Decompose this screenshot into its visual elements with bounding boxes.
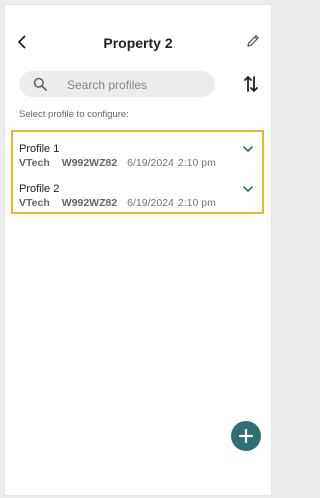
profile-time: 2:10 pm	[177, 157, 216, 169]
sort-arrows-icon	[244, 76, 258, 92]
profile-item[interactable]: Profile 1 VTech W992WZ82 6/19/2024 2:10 pm	[13, 132, 262, 172]
profile-item[interactable]: Profile 2 VTech W992WZ82 6/19/2024 2:10 pm	[13, 172, 262, 212]
profile-name: Profile 1	[19, 143, 60, 155]
add-profile-button[interactable]	[231, 421, 261, 451]
sort-button[interactable]	[241, 73, 261, 95]
profile-date: 6/19/2024	[127, 157, 174, 169]
pencil-icon	[247, 35, 259, 47]
profile-meta: VTech W992WZ82 6/19/2024 2:10 pm	[19, 197, 216, 209]
app-screen: Property 2 Select profile to configure:	[4, 4, 272, 496]
select-profile-hint: Select profile to configure:	[19, 109, 129, 120]
profile-time: 2:10 pm	[177, 197, 216, 209]
chevron-down-icon[interactable]	[242, 144, 254, 154]
page-title: Property 2	[103, 35, 173, 51]
search-input[interactable]	[65, 75, 209, 95]
profile-name: Profile 2	[19, 183, 60, 195]
search-box[interactable]	[19, 71, 215, 97]
search-icon	[33, 77, 47, 91]
header: Property 2	[5, 27, 271, 67]
chevron-down-icon[interactable]	[242, 184, 254, 194]
profile-meta: VTech W992WZ82 6/19/2024 2:10 pm	[19, 157, 216, 169]
profile-brand: VTech	[19, 157, 50, 169]
plus-icon	[238, 428, 254, 444]
profile-model: W992WZ82	[61, 157, 118, 169]
edit-button[interactable]	[245, 33, 261, 49]
search-row	[19, 71, 261, 97]
profile-model: W992WZ82	[61, 197, 118, 209]
profile-brand: VTech	[19, 197, 50, 209]
profile-list: Profile 1 VTech W992WZ82 6/19/2024 2:10 pm …	[11, 130, 264, 214]
profile-date: 6/19/2024	[127, 197, 174, 209]
